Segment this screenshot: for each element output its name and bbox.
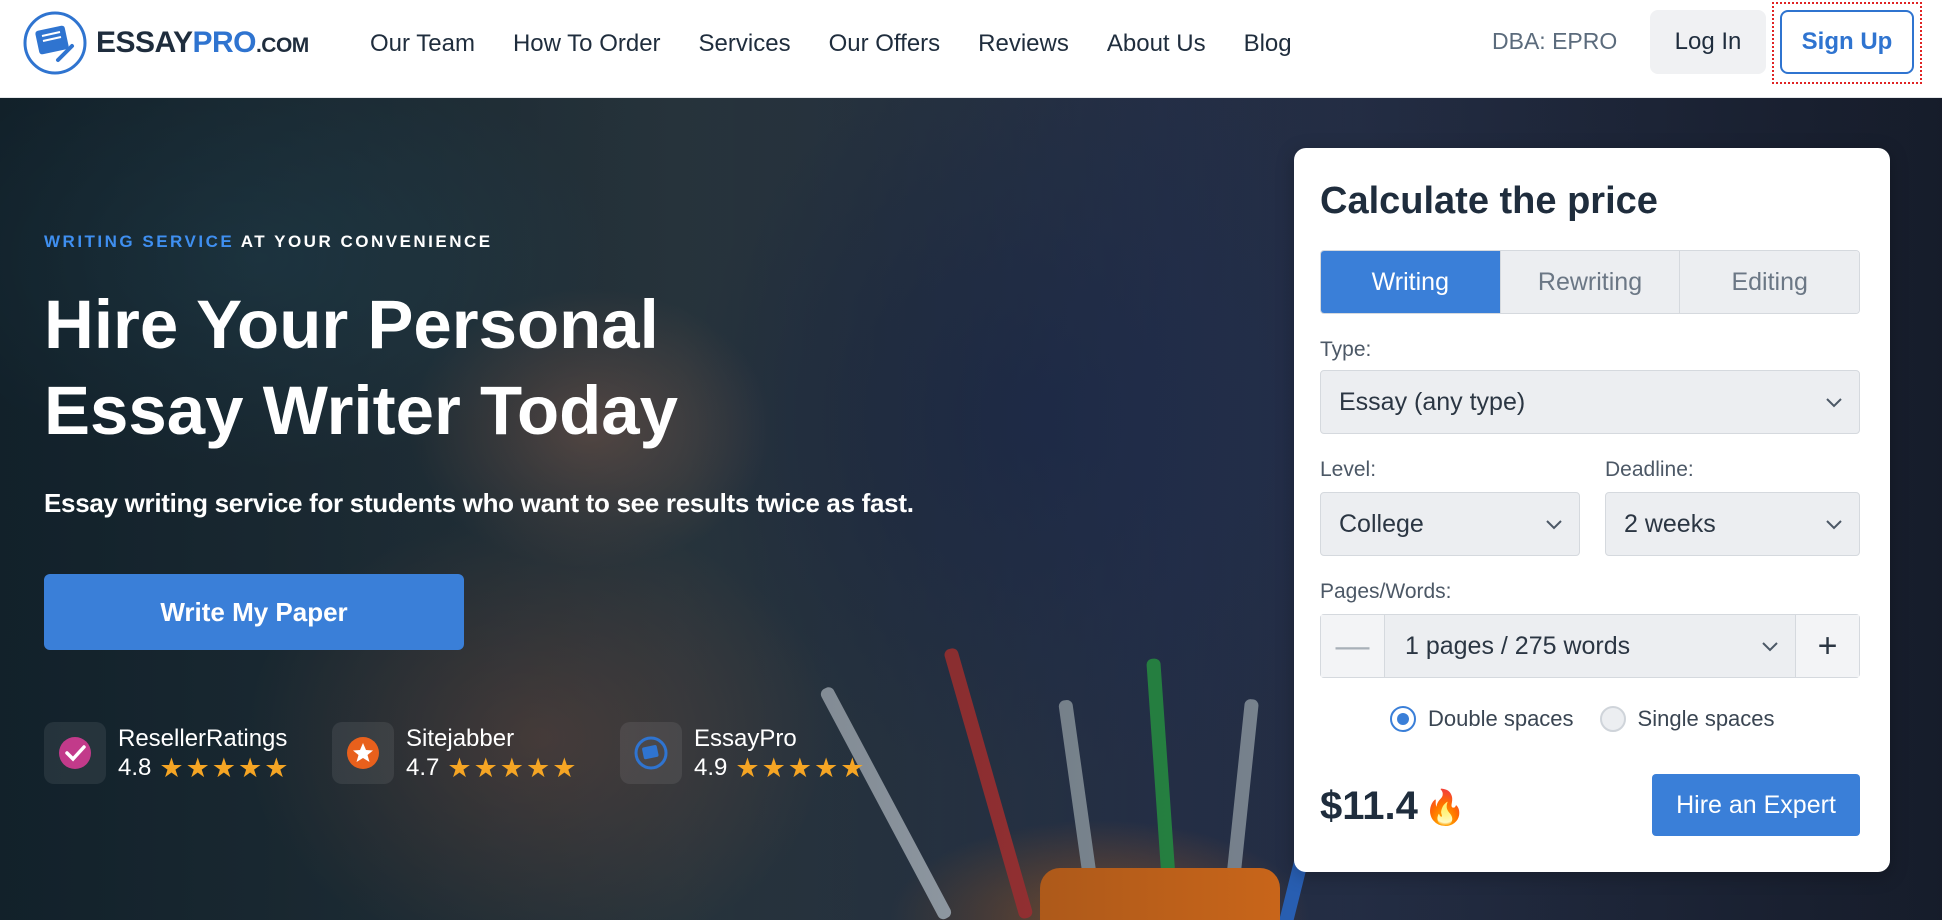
level-select[interactable]: College — [1320, 492, 1580, 556]
radio-double-spaces[interactable] — [1390, 706, 1416, 732]
increase-pages-button[interactable]: + — [1795, 615, 1859, 677]
pages-select[interactable]: 1 pages / 275 words — [1385, 615, 1795, 677]
chevron-down-icon — [1826, 520, 1842, 530]
star-icons: ★★★★★ — [447, 753, 579, 783]
calculator-title: Calculate the price — [1320, 180, 1658, 222]
star-icons: ★★★★★ — [735, 753, 867, 783]
rating-name: Sitejabber — [406, 725, 515, 752]
hero-headline: Hire Your Personal Essay Writer Today — [44, 286, 679, 449]
signup-button[interactable]: Sign Up — [1780, 10, 1914, 74]
rating-essaypro[interactable]: EssayPro 4.9 ★★★★★ — [620, 722, 908, 784]
star-chat-icon — [332, 722, 394, 784]
spacing-single-label: Single spaces — [1637, 706, 1775, 731]
chevron-down-icon — [1546, 520, 1562, 530]
rating-sitejabber[interactable]: Sitejabber 4.7 ★★★★★ — [332, 722, 620, 784]
level-value: College — [1339, 509, 1424, 538]
rating-score: 4.8 — [118, 754, 152, 781]
level-label: Level: — [1320, 458, 1377, 481]
rating-score: 4.9 — [694, 754, 728, 781]
service-tabs: Writing Rewriting Editing — [1320, 250, 1860, 314]
write-my-paper-button[interactable]: Write My Paper — [44, 574, 464, 650]
type-label: Type: — [1320, 338, 1372, 361]
price-calculator: Calculate the price Writing Rewriting Ed… — [1294, 148, 1890, 872]
type-value: Essay (any type) — [1339, 387, 1526, 416]
rating-name: EssayPro — [694, 725, 797, 752]
dba-label: DBA: EPRO — [1492, 28, 1618, 54]
rating-resellerratings[interactable]: ResellerRatings 4.8 ★★★★★ — [44, 722, 332, 784]
tab-editing[interactable]: Editing — [1680, 251, 1859, 313]
essaypro-logo-icon — [620, 722, 682, 784]
nav-our-offers[interactable]: Our Offers — [829, 30, 941, 58]
pages-label: Pages/Words: — [1320, 580, 1452, 603]
flame-icon: 🔥 — [1423, 789, 1467, 827]
spacing-options: Double spaces Single spaces — [1390, 706, 1775, 732]
logo-pen-icon — [23, 11, 87, 75]
price-value: $11.4 — [1320, 784, 1418, 828]
pages-stepper: — 1 pages / 275 words + — [1320, 614, 1860, 678]
deadline-label: Deadline: — [1605, 458, 1694, 481]
rating-name: ResellerRatings — [118, 725, 288, 752]
price-display: $11.4 🔥 — [1320, 784, 1466, 829]
star-icons: ★★★★★ — [159, 753, 291, 783]
nav-how-to-order[interactable]: How To Order — [513, 30, 661, 58]
nav-services[interactable]: Services — [699, 30, 791, 58]
logo-wordmark: ESSAYPRO.COM — [96, 26, 309, 59]
nav-blog[interactable]: Blog — [1244, 30, 1292, 58]
check-badge-icon — [44, 722, 106, 784]
nav-about-us[interactable]: About Us — [1107, 30, 1206, 58]
nav-reviews[interactable]: Reviews — [978, 30, 1069, 58]
site-header: ESSAYPRO.COM Our Team How To Order Servi… — [0, 0, 1942, 98]
radio-single-spaces[interactable] — [1599, 706, 1626, 732]
deadline-select[interactable]: 2 weeks — [1605, 492, 1860, 556]
spacing-single-option[interactable]: Single spaces — [1599, 706, 1775, 732]
hire-an-expert-button[interactable]: Hire an Expert — [1652, 774, 1860, 836]
hero-eyebrow: WRITING SERVICE AT YOUR CONVENIENCE — [44, 232, 493, 251]
nav-our-team[interactable]: Our Team — [370, 30, 475, 58]
hero-subline: Essay writing service for students who w… — [44, 488, 914, 518]
chevron-down-icon — [1826, 398, 1842, 408]
login-button[interactable]: Log In — [1650, 10, 1766, 74]
spacing-double-option[interactable]: Double spaces — [1390, 706, 1574, 732]
rating-score: 4.7 — [406, 754, 440, 781]
main-nav: Our Team How To Order Services Our Offer… — [370, 0, 1330, 88]
pages-value: 1 pages / 275 words — [1405, 631, 1631, 660]
essaypro-logo[interactable]: ESSAYPRO.COM — [22, 10, 309, 76]
tab-rewriting[interactable]: Rewriting — [1500, 251, 1681, 313]
decrease-pages-button[interactable]: — — [1321, 615, 1385, 677]
type-select[interactable]: Essay (any type) — [1320, 370, 1860, 434]
spacing-double-label: Double spaces — [1428, 706, 1574, 731]
tab-writing[interactable]: Writing — [1321, 251, 1501, 313]
chevron-down-icon — [1762, 642, 1778, 652]
deadline-value: 2 weeks — [1624, 509, 1716, 538]
ratings-row: ResellerRatings 4.8 ★★★★★ Sitejabber 4.7… — [44, 722, 908, 784]
